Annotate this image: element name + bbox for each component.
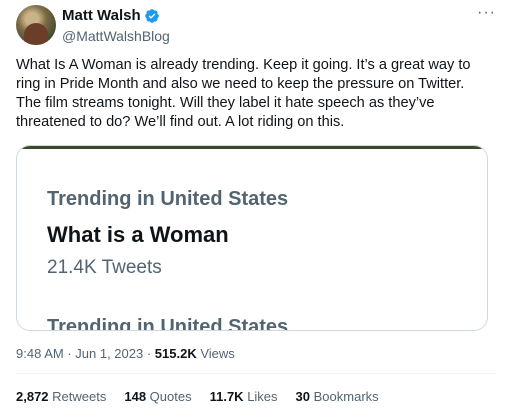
bookmarks-stat[interactable]: 30 Bookmarks bbox=[296, 389, 379, 405]
retweets-label: Retweets bbox=[48, 389, 107, 404]
author-name-row: Matt Walsh bbox=[62, 7, 160, 25]
quotes-label: Quotes bbox=[146, 389, 192, 404]
avatar[interactable] bbox=[16, 5, 56, 45]
quotes-stat[interactable]: 148 Quotes bbox=[124, 389, 191, 405]
likes-count: 11.7K bbox=[209, 389, 244, 404]
bookmarks-label: Bookmarks bbox=[310, 389, 379, 404]
retweets-count: 2,872 bbox=[16, 389, 49, 404]
bookmarks-count: 30 bbox=[295, 389, 311, 404]
views-count: 515.2K bbox=[154, 346, 197, 361]
tweet: Matt Walsh @MattWalshBlog ··· What Is A … bbox=[0, 0, 512, 408]
likes-stat[interactable]: 11.7K Likes bbox=[210, 389, 278, 405]
trend-label: Trending in United States bbox=[47, 188, 289, 210]
tweet-text: What Is A Woman is already trending. Kee… bbox=[16, 57, 471, 130]
author-handle[interactable]: @MattWalshBlog bbox=[62, 27, 170, 45]
trend-label-cut: Trending in United States bbox=[47, 316, 289, 331]
meta-separator: · bbox=[143, 346, 155, 361]
verified-badge-icon bbox=[144, 9, 159, 23]
tweet-meta: 9:48 AM · Jun 1, 2023 · 515.2K Views bbox=[16, 346, 235, 362]
author-name[interactable]: Matt Walsh bbox=[62, 7, 141, 25]
meta-separator: · bbox=[63, 346, 76, 361]
likes-label: Likes bbox=[243, 389, 278, 404]
tweet-time[interactable]: 9:48 AM bbox=[16, 346, 64, 361]
tweet-date[interactable]: Jun 1, 2023 bbox=[75, 346, 143, 361]
tweet-media-image[interactable]: Trending in United States What is a Woma… bbox=[16, 145, 488, 331]
tweet-header: Matt Walsh @MattWalshBlog ··· bbox=[16, 5, 496, 45]
more-options-icon[interactable]: ··· bbox=[477, 5, 496, 21]
quotes-count: 148 bbox=[124, 389, 147, 404]
retweets-stat[interactable]: 2,872 Retweets bbox=[16, 389, 106, 405]
media-top-strip bbox=[17, 146, 487, 149]
trend-count: 21.4K Tweets bbox=[47, 257, 162, 278]
views-label: Views bbox=[196, 346, 235, 361]
engagement-stats: 2,872 Retweets 148 Quotes 11.7K Likes 30… bbox=[16, 389, 397, 405]
divider bbox=[16, 373, 496, 374]
trend-title: What is a Woman bbox=[47, 222, 229, 247]
